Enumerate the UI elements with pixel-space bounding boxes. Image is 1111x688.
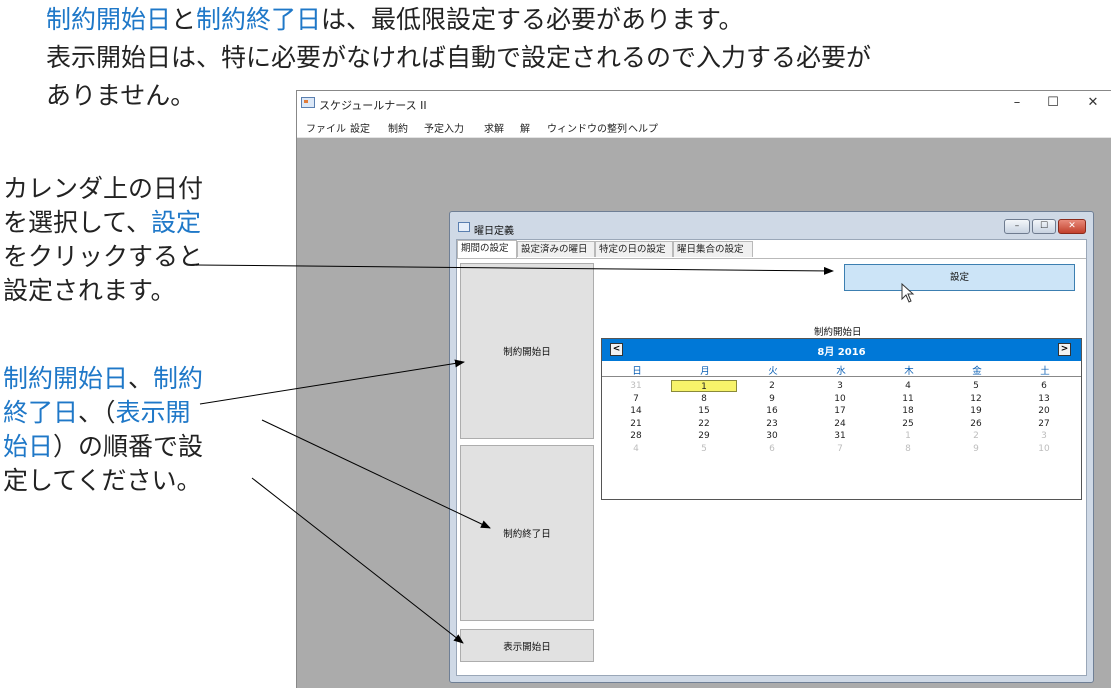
mouse-cursor-icon	[901, 282, 915, 303]
arrow-to-end-date	[261, 419, 491, 529]
arrow-to-display-start-date	[251, 477, 464, 644]
arrow-to-set-button	[195, 264, 834, 275]
annotation-arrows	[195, 264, 915, 644]
arrow-to-start-date	[199, 359, 465, 405]
